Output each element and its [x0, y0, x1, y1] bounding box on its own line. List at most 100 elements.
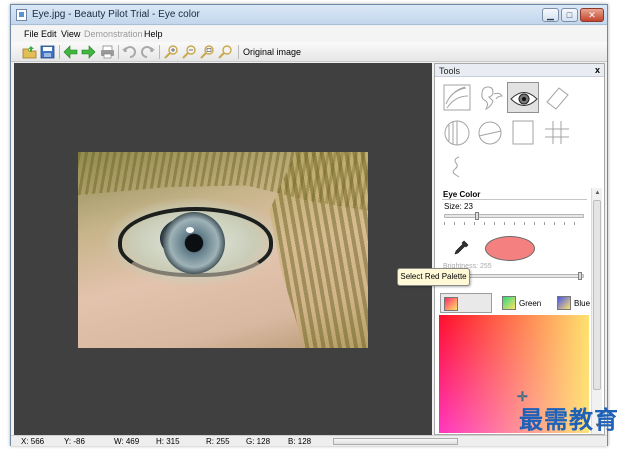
photo-glint	[186, 227, 194, 233]
app-window: Eye.jpg - Beauty Pilot Trial - Eye color…	[10, 4, 608, 446]
size-slider-thumb[interactable]	[475, 212, 479, 220]
squiggle-tool-icon	[452, 156, 460, 178]
frame-tool-icon	[512, 120, 534, 145]
green-palette-label: Green	[519, 299, 542, 308]
eraser-tool-button[interactable]	[541, 82, 573, 113]
zoom-fit-icon	[200, 45, 214, 59]
status-w: W: 469	[114, 437, 140, 446]
zoom-out-button[interactable]	[182, 45, 197, 59]
tools-panel-header: Tools x	[435, 64, 604, 77]
tools-panel: Tools x Eye Color Size: 23 Brightness: 2…	[434, 63, 605, 435]
size-slider-track[interactable]	[444, 214, 584, 218]
close-window-button[interactable]: ✕	[580, 8, 604, 22]
menu-file[interactable]: File	[24, 29, 39, 39]
app-document-icon	[16, 9, 27, 21]
eye-photo[interactable]	[78, 152, 368, 348]
undo-button[interactable]	[122, 45, 137, 59]
toolbar-separator	[59, 45, 60, 59]
size-slider-ticks	[444, 222, 584, 225]
tools-panel-close-button[interactable]: x	[595, 65, 600, 75]
original-image-button[interactable]: Original image	[243, 47, 301, 57]
print-button[interactable]	[100, 45, 115, 59]
forward-arrow-icon	[81, 45, 96, 59]
texture-tool-button[interactable]	[441, 82, 473, 113]
toolbar-separator	[159, 45, 160, 59]
title-bar[interactable]: Eye.jpg - Beauty Pilot Trial - Eye color…	[11, 5, 607, 25]
status-y: Y: -86	[64, 437, 85, 446]
window-title: Eye.jpg - Beauty Pilot Trial - Eye color	[32, 9, 200, 20]
status-h: H: 315	[156, 437, 180, 446]
zoom-out-icon	[182, 45, 196, 59]
eye-color-section-title: Eye Color	[443, 190, 481, 199]
image-canvas[interactable]	[14, 63, 432, 435]
status-x: X: 566	[21, 437, 45, 446]
red-palette-swatch	[444, 297, 458, 311]
redo-button[interactable]	[140, 45, 155, 59]
blue-palette-label: Blue	[574, 299, 591, 308]
open-button[interactable]	[22, 45, 37, 59]
section-divider	[442, 199, 587, 200]
circle-line-tool-button[interactable]	[474, 117, 506, 148]
close-icon: ✕	[588, 10, 596, 20]
undo-icon	[122, 46, 136, 58]
print-icon	[101, 45, 114, 59]
status-progress-bar	[333, 438, 458, 445]
squiggle-tool-button[interactable]	[441, 152, 473, 183]
palette-tooltip: Select Red Palette	[397, 268, 470, 286]
photo-iris	[163, 212, 225, 274]
zoom-actual-button[interactable]	[218, 45, 233, 59]
selected-color-preview[interactable]	[485, 236, 535, 261]
toolbar-separator	[118, 45, 119, 59]
tools-panel-title: Tools	[439, 66, 461, 76]
grid-tool-icon	[545, 121, 569, 144]
cherub-tool-button[interactable]	[474, 82, 506, 113]
menu-bar: File Edit View Demonstration Help	[11, 26, 607, 42]
save-button[interactable]	[40, 45, 55, 59]
zoom-actual-icon	[218, 45, 232, 59]
blue-palette-button[interactable]: Blue	[554, 293, 591, 313]
tools-scrollbar[interactable]: ▲ ▼	[591, 188, 602, 434]
minimize-icon: ▁	[547, 10, 554, 20]
toolbar: Original image	[11, 42, 607, 62]
open-folder-icon	[22, 46, 37, 59]
eyedropper-icon[interactable]	[453, 240, 469, 256]
status-g: G: 128	[246, 437, 271, 446]
size-label: Size: 23	[444, 202, 473, 211]
save-icon	[40, 45, 55, 59]
zoom-in-button[interactable]	[164, 45, 179, 59]
menu-help[interactable]: Help	[144, 29, 163, 39]
cherub-tool-icon	[481, 86, 503, 111]
maximize-icon: □	[566, 10, 573, 20]
red-palette-button[interactable]	[440, 293, 492, 313]
brightness-slider-thumb[interactable]	[578, 272, 582, 280]
contrast-tool-icon	[444, 120, 470, 146]
green-palette-button[interactable]: Green	[499, 293, 549, 313]
scrollbar-thumb[interactable]	[593, 200, 601, 390]
menu-edit[interactable]: Edit	[41, 29, 57, 39]
menu-view[interactable]: View	[61, 29, 80, 39]
maximize-button[interactable]: □	[561, 8, 578, 22]
scroll-up-icon[interactable]: ▲	[593, 189, 602, 198]
back-arrow-icon	[63, 45, 78, 59]
watermark-text: 最需教育	[519, 406, 619, 434]
grid-tool-button[interactable]	[541, 117, 573, 148]
contrast-tool-button[interactable]	[441, 117, 473, 148]
circle-line-tool-icon	[478, 121, 502, 145]
zoom-fit-button[interactable]	[200, 45, 215, 59]
frame-tool-button[interactable]	[507, 117, 539, 148]
eye-tool-icon	[510, 92, 538, 106]
status-bar: X: 566 Y: -86 W: 469 H: 315 R: 255 G: 12…	[11, 435, 607, 446]
back-button[interactable]	[63, 45, 78, 59]
status-b: B: 128	[288, 437, 312, 446]
menu-demonstration[interactable]: Demonstration	[84, 29, 143, 39]
forward-button[interactable]	[81, 45, 96, 59]
eye-tool-button[interactable]	[507, 82, 539, 113]
minimize-button[interactable]: ▁	[542, 8, 559, 22]
blue-palette-swatch	[557, 296, 571, 310]
status-r: R: 255	[206, 437, 230, 446]
zoom-in-icon	[164, 45, 178, 59]
green-palette-swatch	[502, 296, 516, 310]
eraser-tool-icon	[546, 87, 569, 110]
texture-tool-icon	[443, 84, 471, 111]
toolbar-separator	[238, 45, 239, 59]
